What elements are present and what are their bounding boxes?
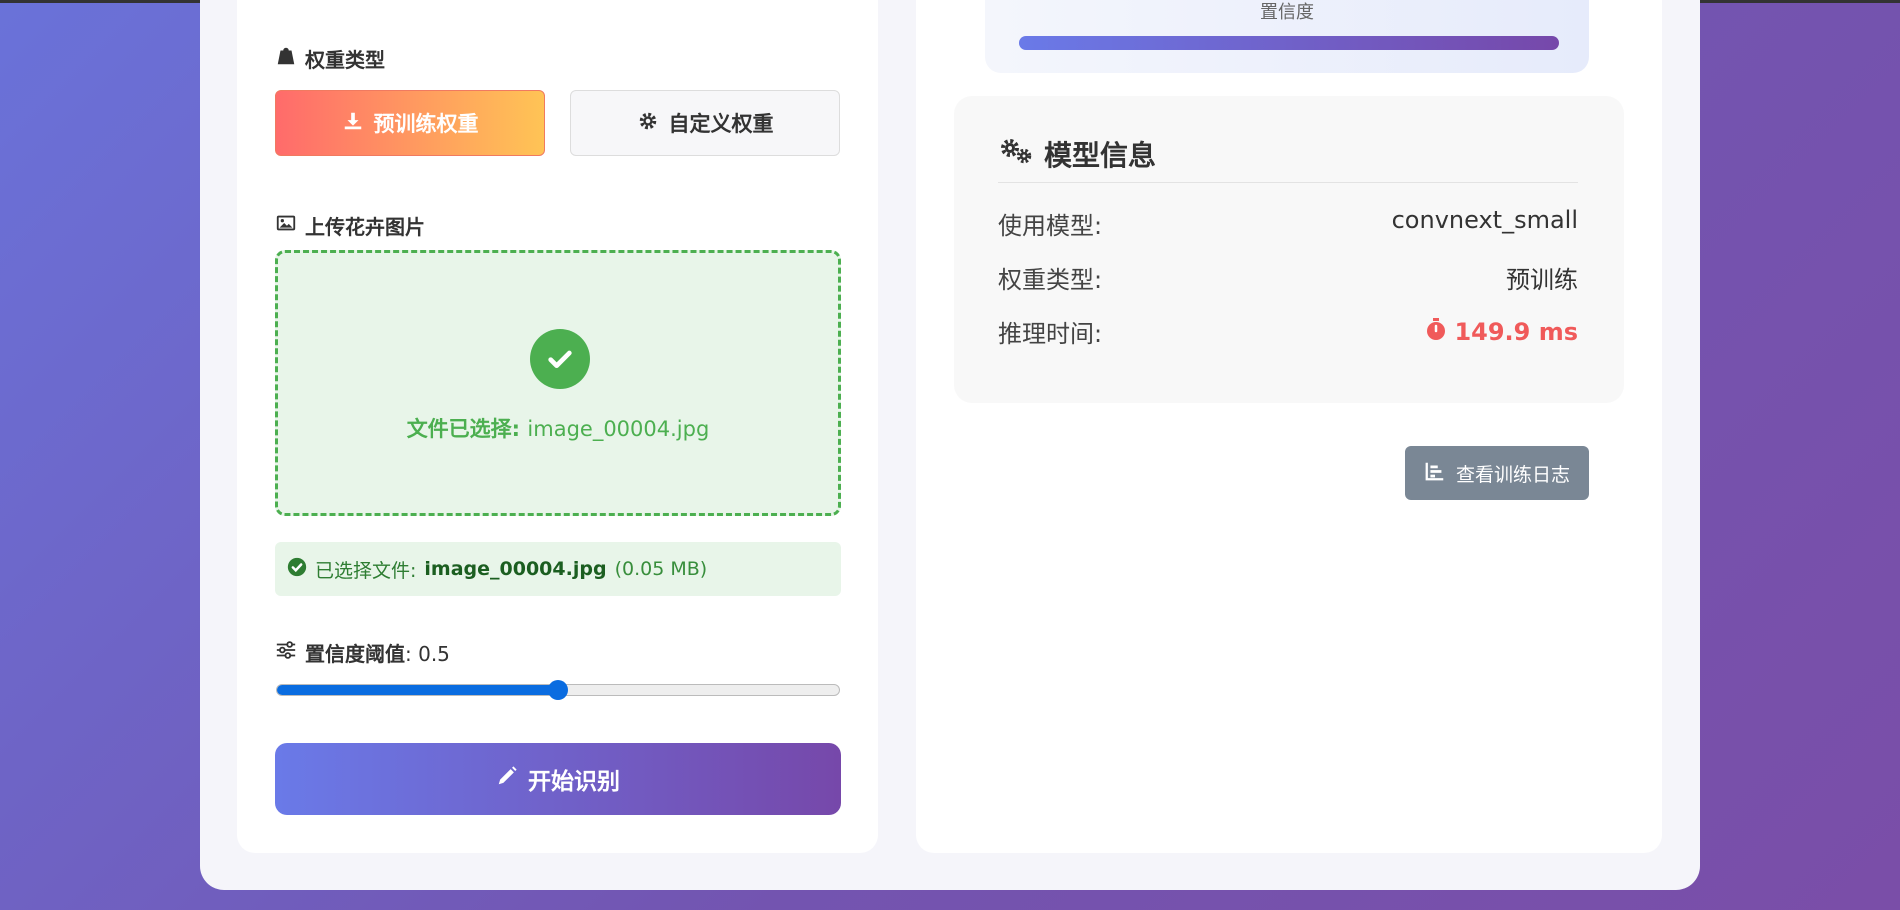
stopwatch-icon xyxy=(1424,317,1448,347)
confidence-bar xyxy=(1019,36,1559,50)
gear-icon xyxy=(637,110,659,137)
slider-fill xyxy=(277,685,558,695)
confidence-label: 置信度 xyxy=(1260,2,1314,23)
selected-file-text: 文件已选择: image_00004.jpg xyxy=(406,417,710,441)
model-info-title: 模型信息 xyxy=(998,134,1156,174)
check-circle-icon xyxy=(530,329,590,389)
info-row-inference-time: 推理时间: 149.9 ms xyxy=(998,317,1578,348)
file-info-banner: 已选择文件: image_00004.jpg (0.05 MB) xyxy=(275,542,841,596)
info-row-model: 使用模型: convnext_small xyxy=(998,206,1578,240)
threshold-label: 置信度阈值: 0.5 xyxy=(275,638,450,667)
check-icon xyxy=(287,557,307,582)
confidence-bar-track xyxy=(1019,36,1559,50)
chart-bar-icon xyxy=(1424,460,1446,487)
custom-weight-button[interactable]: 自定义权重 xyxy=(570,90,840,156)
pencil-icon xyxy=(496,765,518,793)
threshold-slider[interactable] xyxy=(276,680,840,700)
info-row-weight-type: 权重类型: 预训练 xyxy=(998,266,1578,294)
divider xyxy=(998,182,1578,183)
start-recognition-button[interactable]: 开始识别 xyxy=(275,743,841,815)
gears-icon xyxy=(998,136,1034,173)
download-icon xyxy=(342,110,364,137)
model-info-card: 模型信息 使用模型: convnext_small 权重类型: 预训练 推理时间… xyxy=(954,96,1624,403)
view-training-log-button[interactable]: 查看训练日志 xyxy=(1405,446,1589,500)
pretrained-weight-button[interactable]: 预训练权重 xyxy=(275,90,545,156)
confidence-card: 置信度 xyxy=(985,0,1589,73)
slider-thumb[interactable] xyxy=(548,680,568,700)
upload-label: 上传花卉图片 xyxy=(275,211,425,240)
weight-type-label: 权重类型 xyxy=(275,44,385,73)
sliders-icon xyxy=(275,639,297,666)
image-icon xyxy=(275,212,297,239)
upload-dropzone[interactable]: 文件已选择: image_00004.jpg xyxy=(275,250,841,516)
weight-icon xyxy=(275,45,297,72)
